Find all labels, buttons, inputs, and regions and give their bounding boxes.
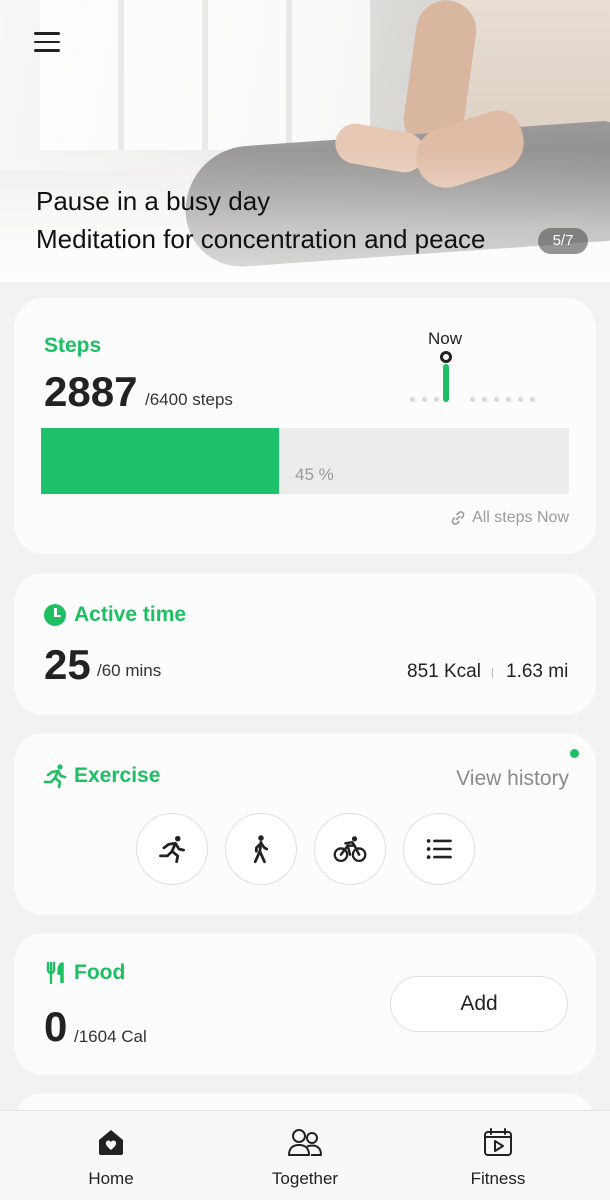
hero-subtitle: Meditation for concentration and peace (36, 224, 486, 254)
hero-pager-badge: 5/7 (538, 228, 588, 254)
now-step-bar (443, 364, 449, 402)
all-steps-link[interactable]: All steps Now (450, 509, 569, 527)
food-header: Food (44, 961, 125, 985)
nav-item-together[interactable]: Together (235, 1125, 375, 1189)
hourly-dot (530, 397, 535, 402)
workout-list-button[interactable] (403, 813, 475, 885)
active-time-title: Active time (74, 603, 187, 626)
hourly-dot (470, 397, 475, 402)
calories-value: 851 Kcal (407, 661, 481, 682)
fitness-icon (484, 1128, 512, 1156)
hourly-dot (494, 397, 499, 402)
add-food-button[interactable]: Add (390, 976, 568, 1032)
food-title: Food (74, 961, 126, 984)
fork-knife-icon (46, 961, 64, 985)
active-time-count: 25 (44, 641, 91, 688)
steps-title: Steps (44, 334, 102, 357)
hourly-dot (422, 397, 427, 402)
hourly-dot (482, 397, 487, 402)
hero-banner[interactable]: Pause in a busy day Meditation for conce… (0, 0, 610, 282)
walking-icon (253, 835, 269, 864)
cycling-workout-button[interactable] (314, 813, 386, 885)
people-icon (288, 1129, 322, 1156)
hourly-dot (434, 397, 439, 402)
hero-window-decor (40, 0, 370, 150)
nav-label-together: Together (271, 1169, 339, 1188)
food-goal: /1604 Cal (74, 1027, 147, 1046)
nav-label-home: Home (88, 1169, 134, 1188)
menu-icon[interactable] (34, 28, 60, 54)
running-icon (159, 835, 185, 864)
exercise-card[interactable]: Exercise View history (14, 733, 596, 915)
walking-workout-button[interactable] (225, 813, 297, 885)
bottom-navigation: Home Together Fitness (0, 1110, 610, 1200)
notification-dot (570, 749, 579, 758)
stat-divider (492, 668, 493, 678)
running-workout-button[interactable] (136, 813, 208, 885)
all-steps-label: All steps Now (472, 509, 569, 526)
hourly-dot (518, 397, 523, 402)
home-icon (99, 1130, 123, 1155)
exercise-runner-icon (43, 764, 67, 789)
exercise-header: Exercise (42, 763, 160, 789)
steps-count: 2887 (44, 368, 138, 415)
link-icon (451, 511, 465, 525)
view-history-link[interactable]: View history (456, 767, 569, 791)
hourly-dot (506, 397, 511, 402)
nav-label-fitness: Fitness (470, 1169, 526, 1188)
food-card[interactable]: Food 0 /1604 Cal Add (14, 933, 596, 1075)
exercise-title: Exercise (74, 764, 161, 787)
active-time-goal: /60 mins (97, 661, 162, 680)
now-marker-icon (440, 351, 452, 363)
now-label: Now (428, 329, 463, 348)
active-time-header: Active time (44, 603, 186, 627)
clock-icon (44, 604, 66, 626)
nav-item-fitness[interactable]: Fitness (428, 1125, 568, 1189)
list-icon (426, 839, 452, 859)
steps-progress-fill (41, 428, 279, 494)
hero-title: Pause in a busy day (36, 186, 271, 216)
distance-value: 1.63 mi (506, 661, 569, 682)
active-time-card[interactable]: Active time 25 /60 mins 851 Kcal 1.63 mi (14, 573, 596, 715)
nav-item-home[interactable]: Home (41, 1125, 181, 1189)
food-count: 0 (44, 1003, 68, 1050)
steps-goal: /6400 steps (145, 390, 233, 409)
steps-progress-label: 45 % (295, 465, 334, 484)
hourly-dot (410, 397, 415, 402)
cycling-icon (333, 836, 367, 863)
steps-card[interactable]: Steps 2887 /6400 steps Now 45 % All step… (14, 298, 596, 554)
